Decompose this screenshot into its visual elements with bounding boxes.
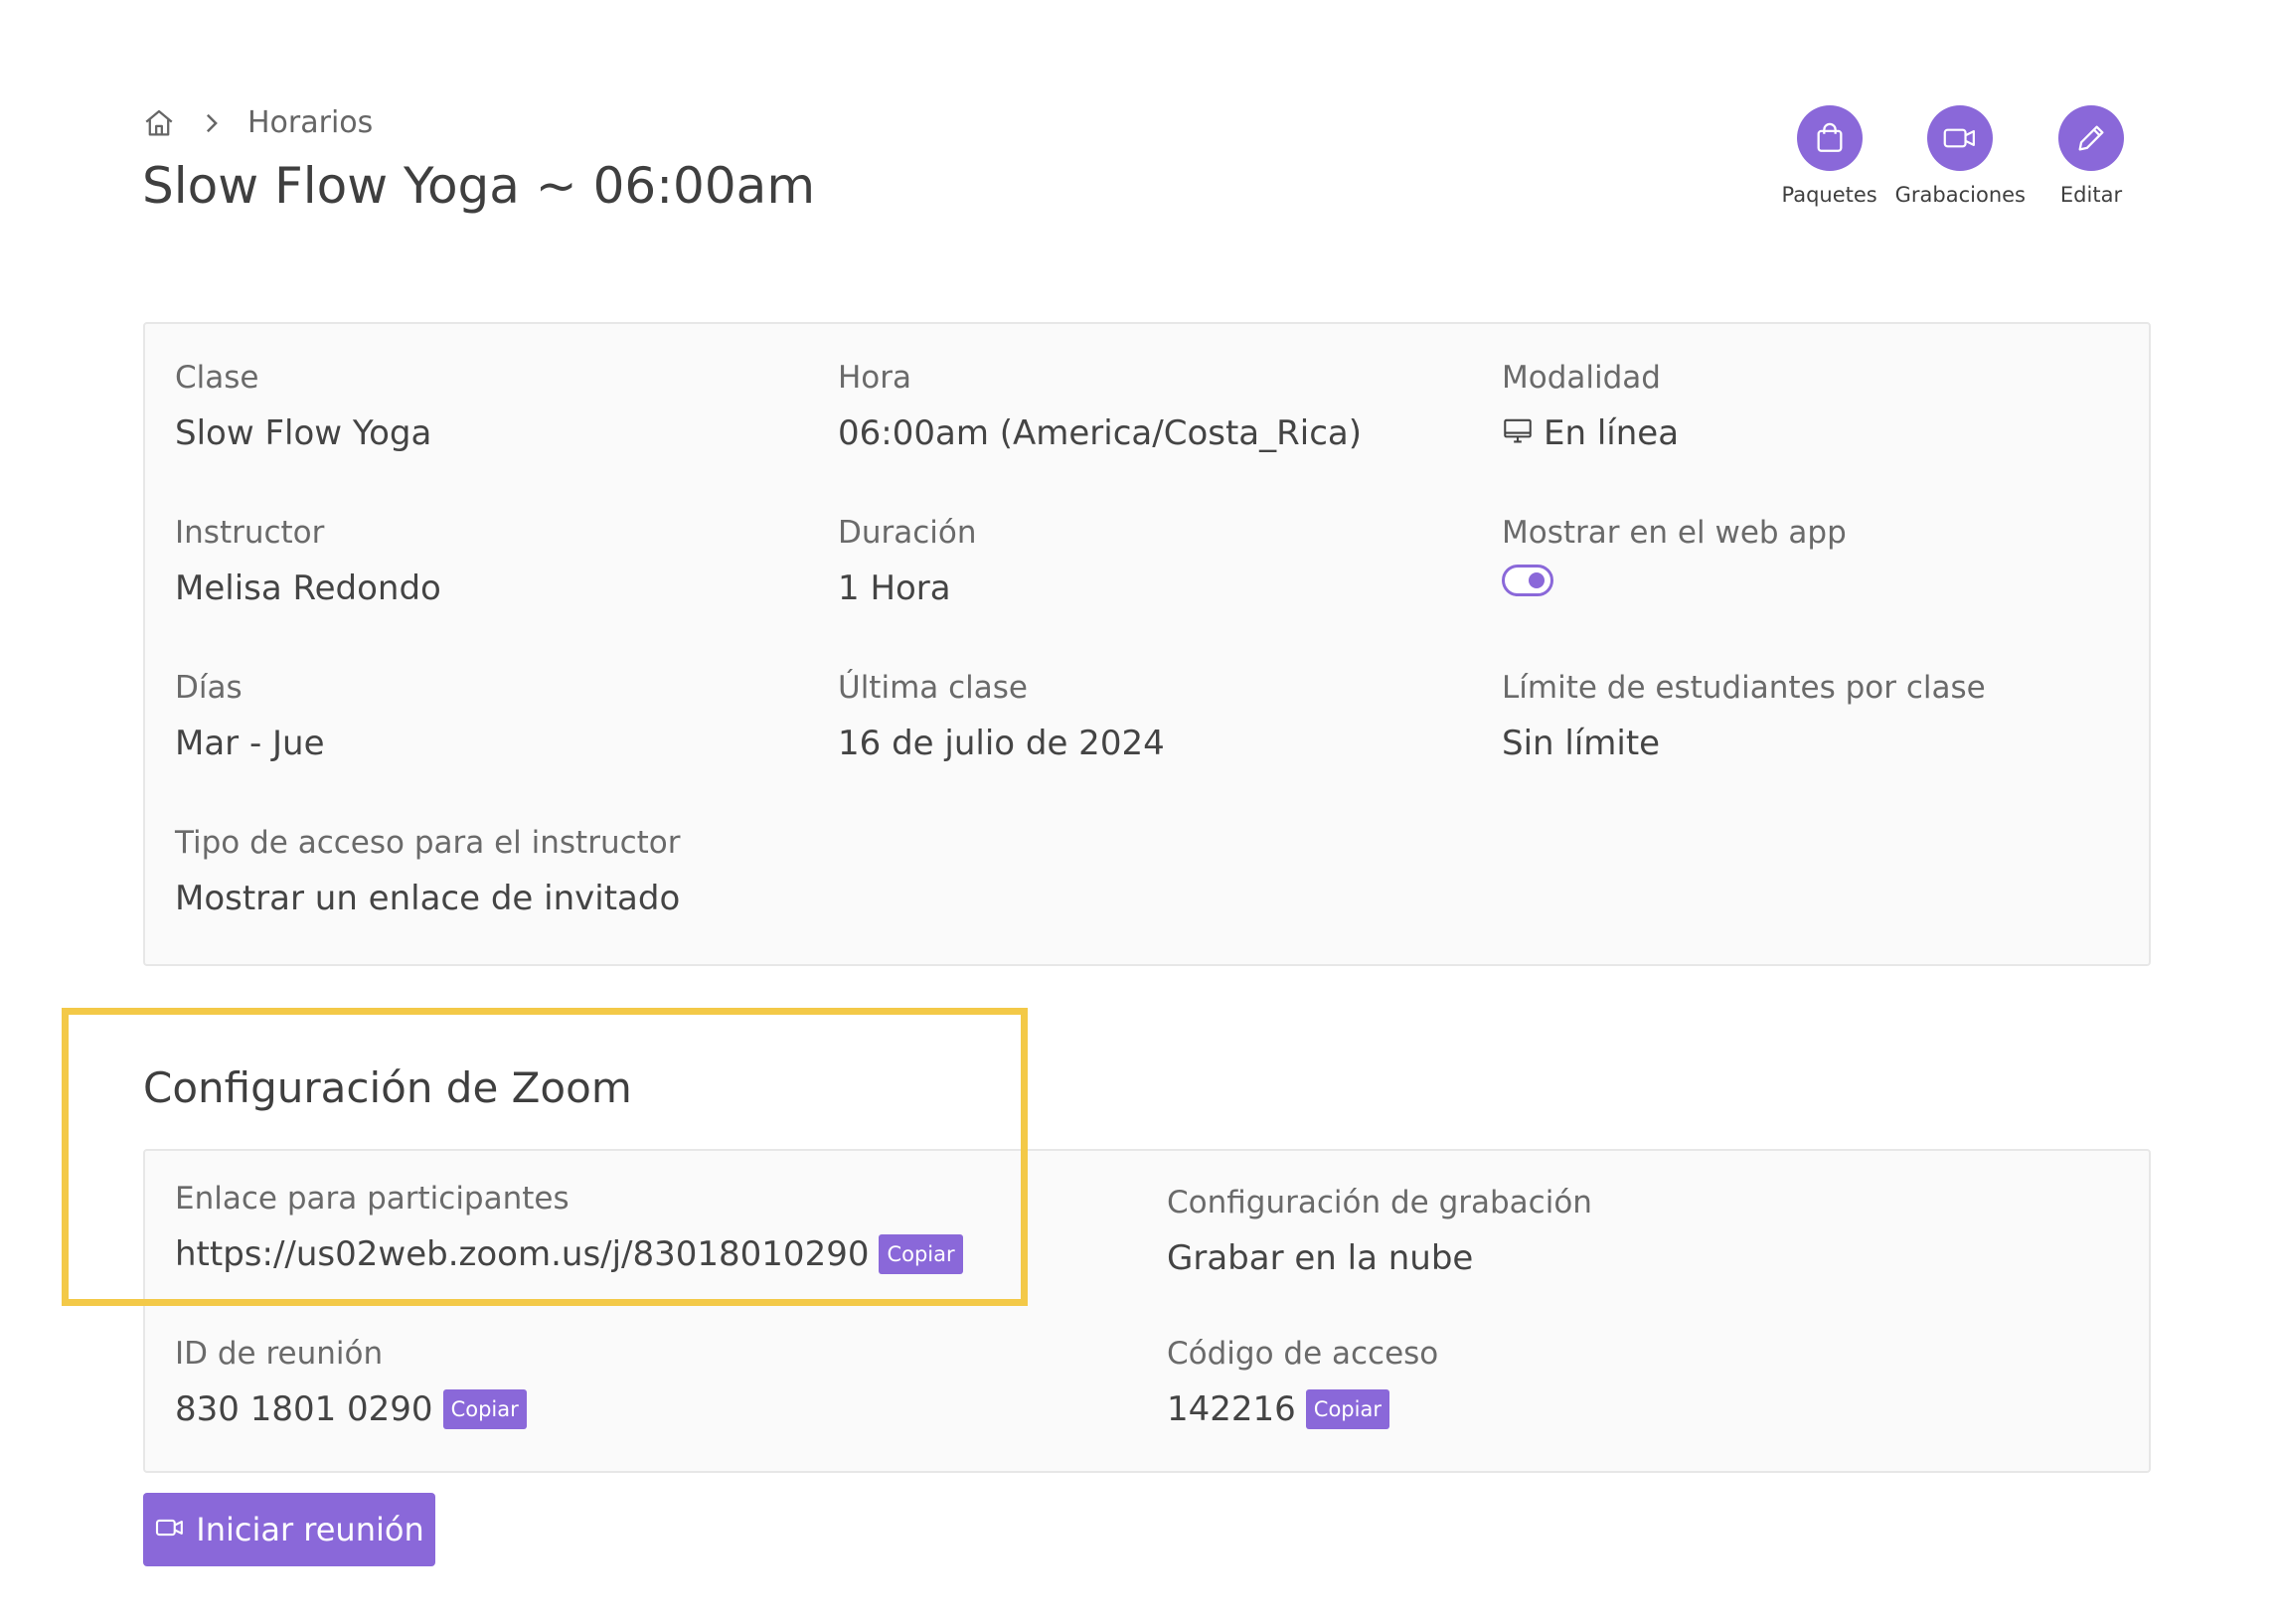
- field-value: Mostrar un enlace de invitado: [175, 879, 681, 918]
- field-value: Melisa Redondo: [175, 568, 441, 608]
- field-label: Duración: [838, 515, 977, 551]
- toggle-knob: [1529, 572, 1545, 588]
- home-icon[interactable]: [142, 106, 176, 140]
- field-value: Grabar en la nube: [1167, 1238, 1474, 1278]
- participant-link[interactable]: https://us02web.zoom.us/j/83018010290: [175, 1234, 869, 1274]
- field-label: Tipo de acceso para el instructor: [175, 825, 681, 861]
- zoom-section-title: Configuración de Zoom: [143, 1063, 632, 1112]
- recordings-button[interactable]: Grabaciones: [1895, 105, 2026, 207]
- breadcrumb: Horarios: [142, 105, 373, 140]
- field-passcode: Código de acceso 142216 Copiar: [1167, 1336, 1438, 1429]
- copy-meeting-id-button[interactable]: Copiar: [442, 1389, 527, 1429]
- field-label: Días: [175, 670, 243, 706]
- field-modalidad: Modalidad En línea: [1502, 360, 1679, 453]
- field-enlace: Enlace para participantes https://us02we…: [175, 1181, 963, 1274]
- field-label: Hora: [838, 360, 912, 396]
- field-label: Modalidad: [1502, 360, 1661, 396]
- field-label: ID de reunión: [175, 1336, 384, 1372]
- field-value: 06:00am (America/Costa_Rica): [838, 413, 1362, 453]
- field-grabacion: Configuración de grabación Grabar en la …: [1167, 1185, 1592, 1278]
- field-label: Código de acceso: [1167, 1336, 1439, 1372]
- copy-passcode-button[interactable]: Copiar: [1305, 1389, 1389, 1429]
- passcode-row: 142216 Copiar: [1167, 1389, 1438, 1429]
- field-label: Límite de estudiantes por clase: [1502, 670, 1986, 706]
- copy-link-button[interactable]: Copiar: [879, 1234, 963, 1274]
- start-meeting-button[interactable]: Iniciar reunión: [143, 1493, 435, 1566]
- field-hora: Hora 06:00am (America/Costa_Rica): [838, 360, 1362, 453]
- action-toolbar: Paquetes Grabaciones Editar: [1780, 105, 2141, 207]
- video-camera-icon: [1927, 105, 1994, 171]
- shopping-bag-icon: [1796, 105, 1863, 171]
- meeting-id-row: 830 1801 0290 Copiar: [175, 1389, 527, 1429]
- start-meeting-label: Iniciar reunión: [196, 1511, 424, 1548]
- field-label: Enlace para participantes: [175, 1181, 570, 1217]
- field-label: Mostrar en el web app: [1502, 515, 1847, 551]
- webapp-toggle[interactable]: [1502, 565, 1553, 596]
- field-value: 1 Hora: [838, 568, 951, 608]
- field-dias: Días Mar - Jue: [175, 670, 325, 763]
- edit-button[interactable]: Editar: [2041, 105, 2141, 207]
- monitor-icon: [1502, 413, 1534, 453]
- chevron-right-icon: [204, 112, 220, 134]
- field-label: Última clase: [838, 670, 1028, 706]
- field-duracion: Duración 1 Hora: [838, 515, 977, 608]
- packages-button[interactable]: Paquetes: [1780, 105, 1879, 207]
- participant-link-row: https://us02web.zoom.us/j/83018010290 Co…: [175, 1234, 963, 1274]
- field-instructor: Instructor Melisa Redondo: [175, 515, 441, 608]
- edit-label: Editar: [2059, 183, 2123, 207]
- field-clase: Clase Slow Flow Yoga: [175, 360, 431, 453]
- field-ultima-clase: Última clase 16 de julio de 2024: [838, 670, 1165, 763]
- pencil-icon: [2058, 105, 2124, 171]
- field-limite: Límite de estudiantes por clase Sin lími…: [1502, 670, 1986, 763]
- field-value: Slow Flow Yoga: [175, 413, 432, 453]
- field-value: Sin límite: [1502, 724, 1661, 763]
- modality-text: En línea: [1544, 413, 1680, 453]
- class-details-card: Clase Slow Flow Yoga Hora 06:00am (Ameri…: [143, 322, 2151, 966]
- passcode-value: 142216: [1167, 1389, 1296, 1429]
- field-meeting-id: ID de reunión 830 1801 0290 Copiar: [175, 1336, 527, 1429]
- field-value: 16 de julio de 2024: [838, 724, 1165, 763]
- packages-label: Paquetes: [1781, 183, 1877, 207]
- video-camera-icon: [154, 1511, 186, 1548]
- meeting-id-value: 830 1801 0290: [175, 1389, 433, 1429]
- zoom-settings-card: Enlace para participantes https://us02we…: [143, 1149, 2151, 1473]
- breadcrumb-current[interactable]: Horarios: [247, 105, 373, 140]
- modality-value: En línea: [1502, 413, 1679, 453]
- field-value: Mar - Jue: [175, 724, 325, 763]
- field-label: Clase: [175, 360, 259, 396]
- field-label: Configuración de grabación: [1167, 1185, 1592, 1220]
- recordings-label: Grabaciones: [1894, 183, 2026, 207]
- field-acceso: Tipo de acceso para el instructor Mostra…: [175, 825, 681, 918]
- field-webapp: Mostrar en el web app: [1502, 515, 1847, 596]
- page-title: Slow Flow Yoga ~ 06:00am: [142, 157, 816, 215]
- field-label: Instructor: [175, 515, 325, 551]
